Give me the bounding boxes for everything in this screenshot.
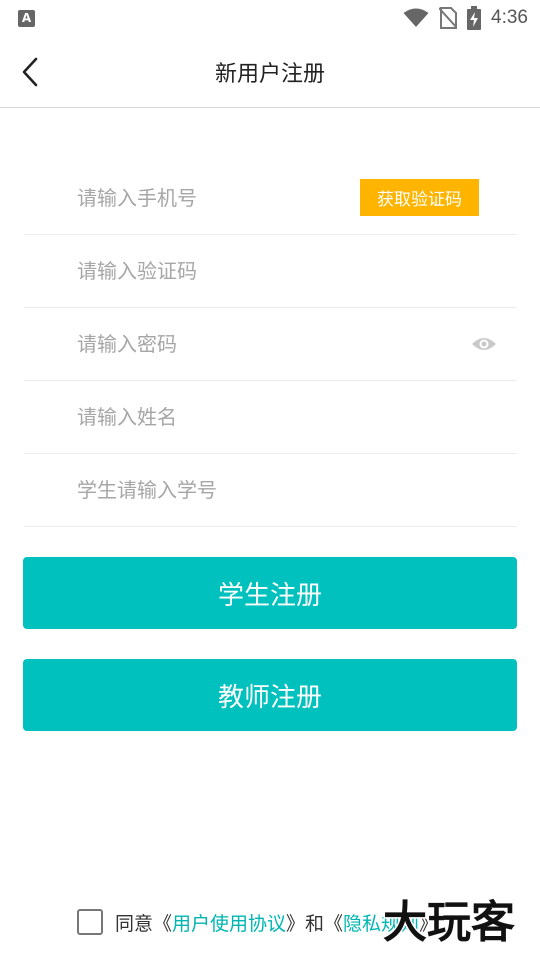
- password-input[interactable]: [77, 332, 347, 356]
- battery-charging-icon: [467, 6, 482, 30]
- student-register-button[interactable]: 学生注册: [23, 557, 517, 629]
- status-bar: A 4:36: [0, 0, 540, 36]
- page-title: 新用户注册: [214, 61, 325, 87]
- status-icons: 4:36: [403, 6, 528, 30]
- phone-input[interactable]: [77, 186, 347, 210]
- status-time: 4:36: [491, 7, 528, 28]
- code-row: [24, 235, 517, 308]
- wifi-icon: [403, 8, 429, 27]
- agreement-middle: 》和《: [286, 912, 344, 935]
- app-notification-icon: A: [18, 9, 35, 27]
- phone-row: 获取验证码: [24, 162, 517, 235]
- name-input[interactable]: [77, 405, 347, 429]
- teacher-register-button[interactable]: 教师注册: [23, 659, 517, 731]
- chevron-left-icon: [22, 57, 38, 87]
- watermark-logo: 大玩客: [382, 896, 517, 950]
- agreement-prefix: 同意《: [115, 912, 173, 935]
- code-input[interactable]: [77, 259, 347, 283]
- name-row: [24, 381, 517, 454]
- student-id-input[interactable]: [77, 478, 347, 502]
- eye-icon[interactable]: [471, 334, 497, 354]
- header: 新用户注册: [0, 36, 540, 108]
- back-button[interactable]: [10, 50, 50, 94]
- agree-checkbox[interactable]: [77, 909, 103, 935]
- student-id-row: [24, 454, 517, 527]
- get-code-button[interactable]: 获取验证码: [360, 179, 479, 216]
- register-form: 获取验证码: [24, 162, 517, 527]
- user-agreement-link[interactable]: 用户使用协议: [172, 909, 286, 936]
- no-sim-icon: [439, 7, 458, 29]
- password-row: [24, 308, 517, 381]
- svg-text:大玩客: 大玩客: [383, 897, 515, 948]
